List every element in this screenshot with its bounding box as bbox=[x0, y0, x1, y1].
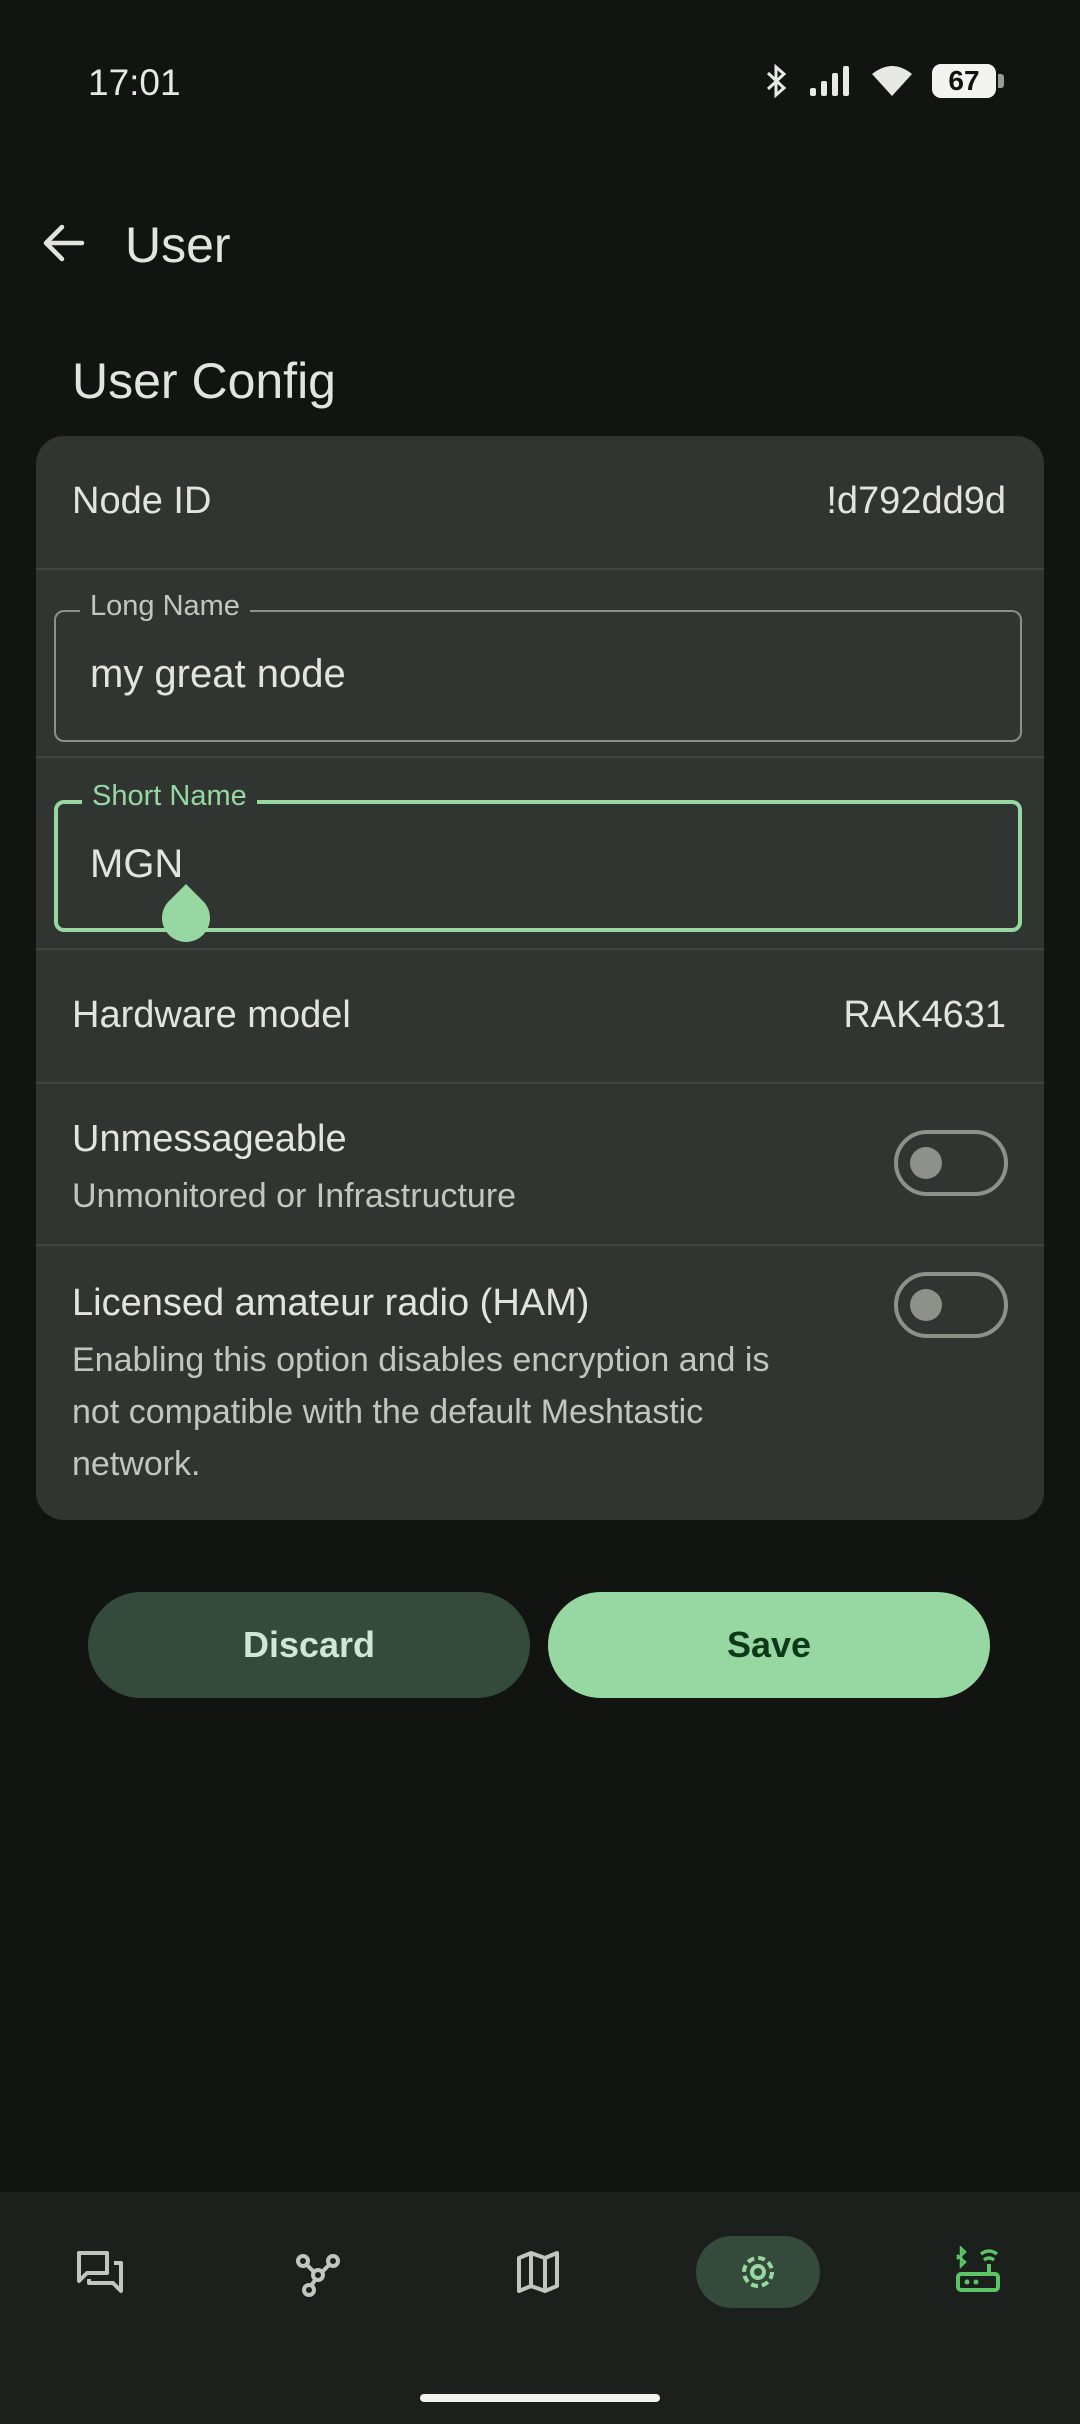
long-name-input[interactable]: my great node bbox=[90, 652, 346, 697]
wifi-icon bbox=[872, 66, 912, 96]
divider bbox=[36, 948, 1044, 950]
short-name-input[interactable]: MGN bbox=[90, 842, 183, 887]
nav-nodes[interactable] bbox=[256, 2236, 380, 2308]
nav-map[interactable] bbox=[476, 2236, 600, 2308]
signal-icon bbox=[810, 66, 849, 96]
divider bbox=[36, 756, 1044, 758]
nav-connections[interactable] bbox=[916, 2236, 1040, 2308]
messages-icon bbox=[77, 2251, 123, 2293]
hardware-model-value: RAK4631 bbox=[843, 994, 1006, 1036]
long-name-label: Long Name bbox=[80, 590, 250, 623]
ham-title: Licensed amateur radio (HAM) bbox=[72, 1282, 590, 1324]
hardware-model-label: Hardware model bbox=[72, 994, 351, 1036]
battery-level: 67 bbox=[948, 65, 980, 96]
unmessageable-title: Unmessageable bbox=[72, 1118, 347, 1160]
page-title: User bbox=[125, 217, 231, 273]
ham-description-line3: network. bbox=[72, 1445, 201, 1483]
discard-button[interactable]: Discard bbox=[88, 1592, 530, 1698]
ham-toggle[interactable] bbox=[894, 1272, 1008, 1338]
status-icons: 67 bbox=[764, 64, 1004, 98]
unmessageable-toggle[interactable] bbox=[894, 1130, 1008, 1196]
nodes-icon bbox=[296, 2254, 340, 2297]
back-arrow-icon[interactable] bbox=[38, 218, 88, 268]
home-indicator[interactable] bbox=[420, 2394, 660, 2402]
node-id-value: !d792dd9d bbox=[826, 480, 1006, 522]
short-name-label: Short Name bbox=[82, 780, 257, 813]
save-button[interactable]: Save bbox=[548, 1592, 990, 1698]
divider bbox=[36, 1244, 1044, 1246]
bluetooth-icon bbox=[766, 64, 787, 98]
nav-messages[interactable] bbox=[38, 2236, 162, 2308]
battery-icon: 67 bbox=[932, 64, 1004, 98]
bluetooth-router-icon bbox=[956, 2246, 1000, 2292]
user-config-card: Node ID !d792dd9d Long Name my great nod… bbox=[36, 436, 1044, 1520]
bottom-navigation bbox=[0, 2192, 1080, 2424]
toggle-knob bbox=[910, 1147, 942, 1179]
map-icon bbox=[517, 2251, 559, 2293]
divider bbox=[36, 1082, 1044, 1084]
status-time: 17:01 bbox=[88, 62, 181, 103]
unmessageable-subtitle: Unmonitored or Infrastructure bbox=[72, 1177, 517, 1215]
section-title: User Config bbox=[72, 353, 336, 409]
settings-icon bbox=[742, 2256, 774, 2288]
divider bbox=[36, 568, 1044, 570]
nav-settings[interactable] bbox=[696, 2236, 820, 2308]
node-id-label: Node ID bbox=[72, 480, 212, 522]
ham-description-line2: not compatible with the default Meshtast… bbox=[72, 1393, 704, 1431]
ham-description-line1: Enabling this option disables encryption… bbox=[72, 1341, 770, 1379]
app-bar: User bbox=[0, 200, 1080, 290]
long-name-field[interactable]: Long Name my great node bbox=[54, 590, 1022, 742]
toggle-knob bbox=[910, 1289, 942, 1321]
status-bar: 17:01 67 bbox=[0, 0, 1080, 170]
